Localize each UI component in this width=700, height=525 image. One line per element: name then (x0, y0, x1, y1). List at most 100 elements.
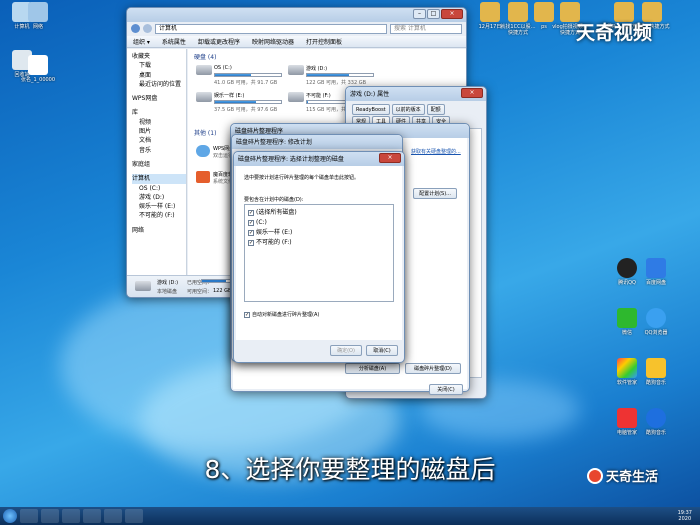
nav-drive-f[interactable]: 不可能的 (F:) (132, 211, 186, 220)
nav-drive-c[interactable]: OS (C:) (132, 184, 186, 193)
close-button[interactable]: × (461, 88, 483, 98)
taskbar-app[interactable] (83, 509, 101, 523)
defragment-disk-button[interactable]: 磁盘碎片整理(D) (405, 363, 461, 374)
taskbar-app[interactable] (62, 509, 80, 523)
nav-favorites[interactable]: 收藏夹 (132, 52, 186, 61)
taskbar-app[interactable] (104, 509, 122, 523)
close-button[interactable]: × (441, 9, 463, 19)
taskbar-app[interactable] (41, 509, 59, 523)
nav-music[interactable]: 音乐 (132, 146, 186, 155)
drive-c-name: OS (C:) (214, 65, 232, 71)
network-icon (28, 2, 48, 22)
software-manager-icon (617, 358, 637, 378)
help-link[interactable]: 获取有关硬盘整理的... (411, 148, 461, 155)
disk-option-f[interactable]: ✓ 不可能的 (F:) (248, 238, 390, 248)
nav-homegroup[interactable]: 家庭组 (132, 160, 186, 169)
disk-option-all[interactable]: ✓ (选择所有磁盘) (248, 208, 390, 218)
nav-drive-e[interactable]: 娱乐一样 (E:) (132, 202, 186, 211)
checkbox[interactable]: ✓ (248, 239, 254, 246)
select-disks-dialog[interactable]: 磁盘碎片整理程序: 选择计划整理的磁盘 × 选中要按计划进行碎片整理的每个磁盘单击… (233, 151, 405, 363)
system-clock[interactable]: 19:37 2020 (678, 510, 700, 522)
toolbar-organize[interactable]: 组织 ▾ (133, 37, 150, 46)
drive-e-space: 37.5 GB 可用，共 97.6 GB (214, 107, 278, 113)
drive-f-name: 不可能 (F:) (306, 93, 331, 99)
tab-previous-versions[interactable]: 以前的版本 (391, 104, 425, 115)
analyze-disk-button[interactable]: 分析磁盘(A) (345, 363, 400, 374)
hard-drive-icon (288, 65, 304, 75)
nav-computer[interactable]: 计算机 (132, 174, 186, 184)
desktop-icon-baidu-netdisk[interactable]: 百度网盘 (636, 258, 676, 286)
browser-icon (646, 308, 666, 328)
nav-videos[interactable]: 视频 (132, 118, 186, 127)
nav-downloads[interactable]: 下载 (132, 61, 186, 70)
drive-d[interactable]: 游戏 (D:) 122 GB 可用，共 332 GB (288, 63, 378, 86)
hard-drive-icon (288, 92, 304, 102)
brand-logo-icon (587, 467, 603, 484)
select-disks-titlebar[interactable]: 磁盘碎片整理程序: 选择计划整理的磁盘 × (234, 152, 404, 166)
file-icon (28, 55, 48, 75)
nav-libraries[interactable]: 库 (132, 108, 186, 117)
toolbar-map-drive[interactable]: 映射网络驱动器 (252, 37, 294, 46)
close-defrag-button[interactable]: 关闭(C) (429, 384, 463, 395)
drive-c[interactable]: OS (C:) 41.0 GB 可用，共 91.7 GB (196, 63, 286, 86)
checkbox[interactable]: ✓ (248, 209, 254, 216)
ok-button[interactable]: 确定(O) (330, 345, 362, 356)
disk-option-e[interactable]: ✓ 娱乐一样 (E:) (248, 228, 390, 238)
nav-wps[interactable]: WPS网盘 (132, 94, 186, 103)
properties-titlebar[interactable]: 游戏 (D:) 属性 × (346, 87, 486, 101)
details-free-value: 122 GB (213, 288, 232, 294)
watermark-bottom: 天奇生活 (587, 466, 658, 485)
maximize-button[interactable]: □ (427, 9, 440, 19)
nav-recent[interactable]: 最近访问的位置 (132, 80, 186, 89)
back-button[interactable] (131, 24, 140, 33)
toolbar-control-panel[interactable]: 打开控制面板 (306, 37, 342, 46)
forward-button[interactable] (143, 24, 152, 33)
toolbar-uninstall[interactable]: 卸载或更改程序 (198, 37, 240, 46)
start-button[interactable] (3, 509, 17, 523)
drive-e-usage-bar (214, 100, 282, 104)
desktop: 计算机 网络 回收站 张名_1_00000 12月17日 就找1CC以股…快捷方… (0, 0, 700, 525)
drive-e[interactable]: 娱乐一样 (E:) 37.5 GB 可用，共 97.6 GB (196, 90, 286, 113)
desktop-icon-kugou[interactable]: 酷狗音乐 (636, 358, 676, 386)
toolbar-system-properties[interactable]: 系统属性 (162, 37, 186, 46)
watermark-top: 天奇视频 (576, 22, 653, 44)
desktop-icon-qq-browser[interactable]: QQ浏览器 (636, 308, 676, 336)
configure-schedule-button[interactable]: 配置计划(S)... (413, 188, 457, 199)
auto-defrag-new-option[interactable]: ✓ 自动对新磁盘进行碎片整理(A) (244, 311, 319, 318)
hard-drive-icon (196, 65, 212, 75)
modify-schedule-titlebar[interactable]: 磁盘碎片整理程序: 修改计划 (232, 135, 402, 149)
wechat-icon (617, 308, 637, 328)
search-input[interactable]: 搜索 计算机 (390, 23, 462, 34)
qq-icon (617, 258, 637, 278)
tab-quota[interactable]: 配额 (426, 104, 445, 115)
drive-e-name: 娱乐一样 (E:) (214, 93, 245, 99)
address-bar[interactable]: 计算机 (155, 23, 387, 34)
desktop-icon-kugou-2[interactable]: 酷狗音乐 (636, 408, 676, 436)
nav-network[interactable]: 网络 (132, 226, 186, 235)
nav-pictures[interactable]: 图片 (132, 127, 186, 136)
nav-documents[interactable]: 文档 (132, 136, 186, 145)
checkbox[interactable]: ✓ (248, 219, 254, 226)
checkbox[interactable]: ✓ (248, 229, 254, 236)
nav-drive-d[interactable]: 游戏 (D:) (132, 193, 186, 202)
taskbar-app[interactable] (125, 509, 143, 523)
explorer-titlebar[interactable]: – □ × (127, 8, 466, 22)
cancel-button[interactable]: 取消(C) (366, 345, 398, 356)
disk-option-c[interactable]: ✓ (C:) (248, 218, 390, 228)
checkbox[interactable]: ✓ (244, 311, 250, 318)
desktop-icon-network[interactable]: 网络 (18, 2, 58, 30)
minimize-button[interactable]: – (413, 9, 426, 19)
desktop-icon-file[interactable]: 张名_1_00000 (18, 55, 58, 83)
select-disks-body: 选中要按计划进行碎片整理的每个磁盘单击此按钮。 要包含在计划中的磁盘(D): ✓… (236, 166, 402, 340)
drive-d-space: 122 GB 可用，共 332 GB (306, 80, 367, 86)
drive-d-usage-bar (306, 73, 374, 77)
tab-readyboost[interactable]: ReadyBoost (352, 104, 390, 115)
close-button[interactable]: × (379, 153, 401, 163)
navigation-pane: 收藏夹 下载 桌面 最近访问的位置 WPS网盘 库 视频 图片 文档 音乐 家庭… (127, 49, 187, 276)
cloud-icon (196, 145, 210, 157)
tab-row-1: ReadyBoost 以前的版本 配额 (352, 104, 445, 115)
taskbar-explorer[interactable] (20, 509, 38, 523)
nav-desktop[interactable]: 桌面 (132, 71, 186, 80)
drive-c-usage-bar (214, 73, 282, 77)
software-icon (196, 171, 210, 183)
